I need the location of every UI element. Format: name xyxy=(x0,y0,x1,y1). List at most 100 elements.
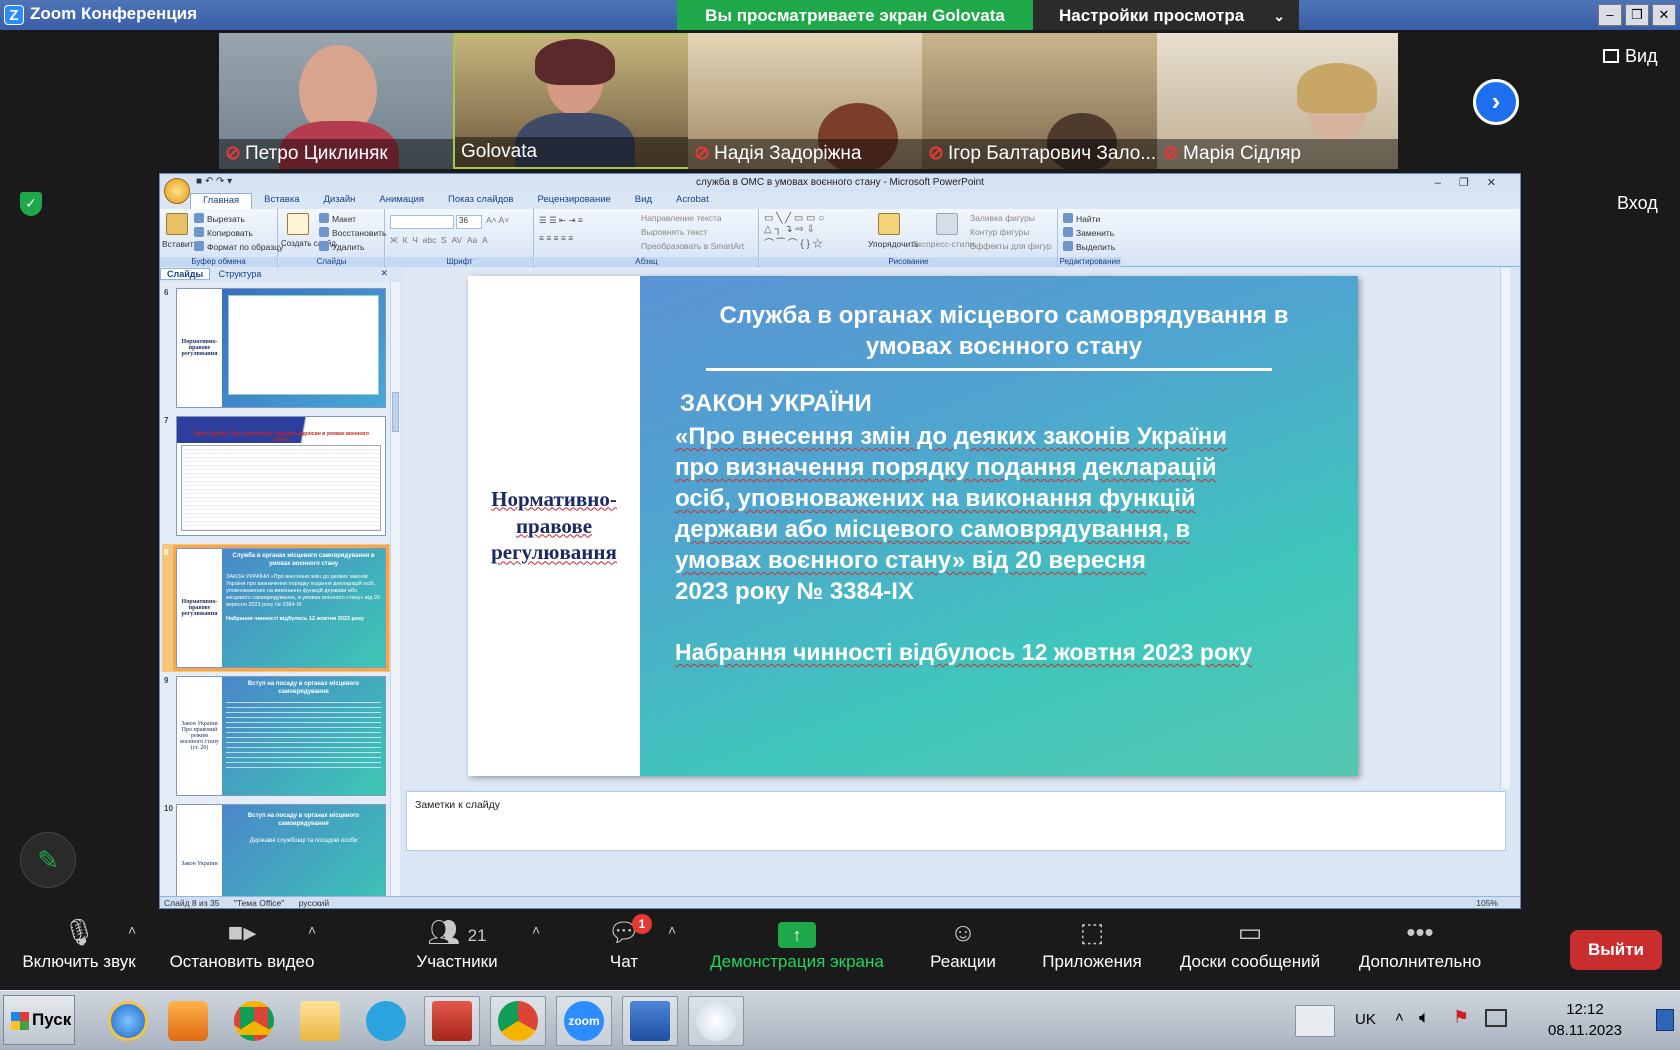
current-slide[interactable]: Нормативно-правове регулювання Служба в … xyxy=(468,276,1358,776)
tab-acrobat[interactable]: Acrobat xyxy=(664,193,721,209)
paste-button[interactable]: Вставить xyxy=(162,239,198,249)
taskbar-app-telegram[interactable] xyxy=(358,996,414,1046)
delete-slide-button[interactable]: Удалить xyxy=(319,241,364,252)
tab-view[interactable]: Вид xyxy=(623,193,664,209)
shapes-gallery[interactable]: ▭ ╲ ╱ ▭ ▭ ○ △ ┐ ↴ ⇨ ⇩ ⌒ ⁀ ⌒ { } ☆ xyxy=(764,213,824,250)
layout-button[interactable]: Макет xyxy=(319,213,356,224)
stop-video-button[interactable]: ■▸ Остановить видео xyxy=(162,912,322,972)
view-settings-dropdown[interactable]: Настройки просмотра ⌄ xyxy=(1033,0,1299,32)
effective-date-text[interactable]: Набрання чинності відбулось 12 жовтня 20… xyxy=(675,639,1252,666)
restore-icon[interactable]: ❐ xyxy=(1625,4,1649,26)
participant-tile[interactable]: ⊘ Петро Циклиняк xyxy=(219,33,460,169)
participant-tile[interactable]: ⊘ Марія Сідляр xyxy=(1157,33,1398,169)
font-name-select[interactable] xyxy=(390,215,454,229)
whiteboards-button[interactable]: ▭ Доски сообщений xyxy=(1168,912,1332,972)
more-button[interactable]: ••• Дополнительно xyxy=(1350,912,1490,972)
keyboard-language[interactable]: UK xyxy=(1355,1011,1376,1028)
chat-button[interactable]: 💬︎ 1 Чат xyxy=(600,912,652,972)
language-indicator[interactable]: русский xyxy=(299,898,330,908)
slide-thumbnail[interactable]: Закон України Про правовий режим воєнног… xyxy=(176,676,386,796)
taskbar-app-zoom[interactable]: zoom xyxy=(556,996,612,1046)
taskbar-app-media[interactable] xyxy=(160,996,216,1046)
shape-outline-button[interactable]: Контур фигуры xyxy=(970,227,1029,237)
office-button-icon[interactable] xyxy=(164,178,190,204)
quick-access-toolbar[interactable]: ■ ↶ ↷ ▾ xyxy=(196,176,232,187)
law-text[interactable]: «Про внесення змін до деяких законів Укр… xyxy=(675,421,1315,576)
tray-expand-icon[interactable]: ˄ xyxy=(1395,1009,1404,1026)
slide-thumbnail[interactable]: Нормативно-правове регулювання xyxy=(176,288,386,408)
font-size-select[interactable]: 36 xyxy=(456,215,482,229)
start-button[interactable]: Пуск xyxy=(3,995,75,1045)
unmute-button[interactable]: 🎙︎ Включить звук xyxy=(14,912,144,972)
tab-slides[interactable]: Слайды xyxy=(160,268,211,280)
participants-options-caret-icon[interactable]: ˄ xyxy=(532,922,540,938)
slide-notes-field[interactable]: Заметки к слайду xyxy=(406,791,1506,851)
volume-icon[interactable]: 🔈︎ xyxy=(1419,1007,1430,1028)
slide-thumbnail[interactable]: Закон України «Про організацію трудових … xyxy=(176,416,386,536)
action-center-flag-icon[interactable]: ⚑ xyxy=(1453,1007,1469,1028)
slide-left-heading[interactable]: Нормативно-правове регулювання xyxy=(468,486,640,567)
network-icon[interactable] xyxy=(1485,1009,1507,1027)
reset-button[interactable]: Восстановить xyxy=(319,227,386,238)
law-heading[interactable]: ЗАКОН УКРАЇНИ xyxy=(680,390,872,418)
text-direction-button[interactable]: Направление текста xyxy=(641,213,722,223)
taskbar-clock[interactable]: 12:12 08.11.2023 xyxy=(1548,999,1622,1041)
slide-title[interactable]: Служба в органах місцевого самоврядуванн… xyxy=(684,300,1324,362)
smartart-button[interactable]: Преобразовать в SmartArt xyxy=(641,241,744,251)
taskbar-app-chrome[interactable] xyxy=(226,996,282,1046)
security-shield-icon[interactable]: ✓ xyxy=(20,192,42,216)
participant-tile[interactable]: ⊘ Ігор Балтарович Зало... xyxy=(922,33,1163,169)
participant-tile-active-speaker[interactable]: Golovata xyxy=(453,33,694,169)
apps-button[interactable]: ⬚ Приложения xyxy=(1034,912,1150,972)
annotate-pencil-icon[interactable]: ✎ xyxy=(20,832,76,888)
law-date[interactable]: 2023 року № 3384-IX xyxy=(675,578,914,606)
enter-button[interactable]: Вход xyxy=(1617,193,1658,214)
ppt-window-controls[interactable]: –❐✕ xyxy=(1435,176,1514,189)
taskbar-app-powerpoint[interactable] xyxy=(424,996,480,1046)
scrollbar-thumb[interactable] xyxy=(392,392,399,432)
taskbar-app-paint[interactable] xyxy=(688,996,744,1046)
taskbar-app-word[interactable] xyxy=(622,996,678,1046)
taskbar-app-chrome-window[interactable] xyxy=(490,996,546,1046)
slide-thumbnail[interactable]: Закон України Вступ на посаду в органах … xyxy=(176,804,386,898)
tab-review[interactable]: Рецензирование xyxy=(525,193,622,209)
leave-meeting-button[interactable]: Выйти xyxy=(1570,930,1662,970)
close-panel-icon[interactable]: ✕ xyxy=(374,268,394,279)
paste-icon[interactable] xyxy=(166,213,188,235)
select-button[interactable]: Выделить xyxy=(1063,241,1115,252)
next-participants-arrow-icon[interactable]: › xyxy=(1473,79,1519,125)
cut-button[interactable]: Вырезать xyxy=(194,213,245,224)
minimize-icon[interactable]: – xyxy=(1598,4,1622,26)
tab-outline[interactable]: Структура xyxy=(213,269,268,279)
quick-styles-icon[interactable] xyxy=(936,213,958,235)
tab-slideshow[interactable]: Показ слайдов xyxy=(436,193,525,209)
show-desktop-icon[interactable] xyxy=(1656,1009,1674,1031)
tab-design[interactable]: Дизайн xyxy=(311,193,367,209)
shape-effects-button[interactable]: Эффекты для фигур xyxy=(970,241,1052,251)
share-screen-button[interactable]: ↑ Демонстрация экрана xyxy=(700,912,894,972)
participant-tile[interactable]: ⊘ Надія Задоріжна xyxy=(688,33,929,169)
find-button[interactable]: Найти xyxy=(1063,213,1100,224)
font-format-icons[interactable]: Ж К Ч abc S AV Aa A xyxy=(390,235,488,245)
font-grow-icon[interactable]: A˄ A˅ xyxy=(486,215,509,225)
view-button[interactable]: Вид xyxy=(1603,46,1658,67)
close-icon[interactable]: ✕ xyxy=(1652,4,1676,26)
quick-styles-button[interactable]: Экспресс-стили xyxy=(912,239,974,249)
pen-tablet-icon[interactable] xyxy=(1295,1005,1335,1037)
replace-button[interactable]: Заменить xyxy=(1063,227,1114,238)
tab-animation[interactable]: Анимация xyxy=(367,193,436,209)
thumbnails-scrollbar[interactable] xyxy=(390,282,400,898)
zoom-level[interactable]: 105% xyxy=(1476,897,1498,908)
list-icons[interactable]: ☰ ☰ ⇤ ⇥ ≡ xyxy=(539,215,583,226)
align-icons[interactable]: ≡ ≡ ≡ ≡ ≡ xyxy=(539,233,573,243)
align-text-button[interactable]: Выровнять текст xyxy=(641,227,707,237)
slide-thumbnail-selected[interactable]: Нормативно-правове регулювання Служба в … xyxy=(173,545,389,671)
slide-scrollbar[interactable] xyxy=(1500,268,1510,788)
arrange-button[interactable]: Упорядочить xyxy=(868,239,919,249)
tab-home[interactable]: Главная xyxy=(190,193,253,209)
participants-button[interactable]: 👥︎ 21 Участники xyxy=(412,912,502,972)
taskbar-app-explorer[interactable] xyxy=(292,996,348,1046)
video-options-caret-icon[interactable]: ˄ xyxy=(308,922,316,938)
reactions-button[interactable]: ☺ Реакции xyxy=(920,912,1006,972)
audio-options-caret-icon[interactable]: ˄ xyxy=(128,922,136,938)
